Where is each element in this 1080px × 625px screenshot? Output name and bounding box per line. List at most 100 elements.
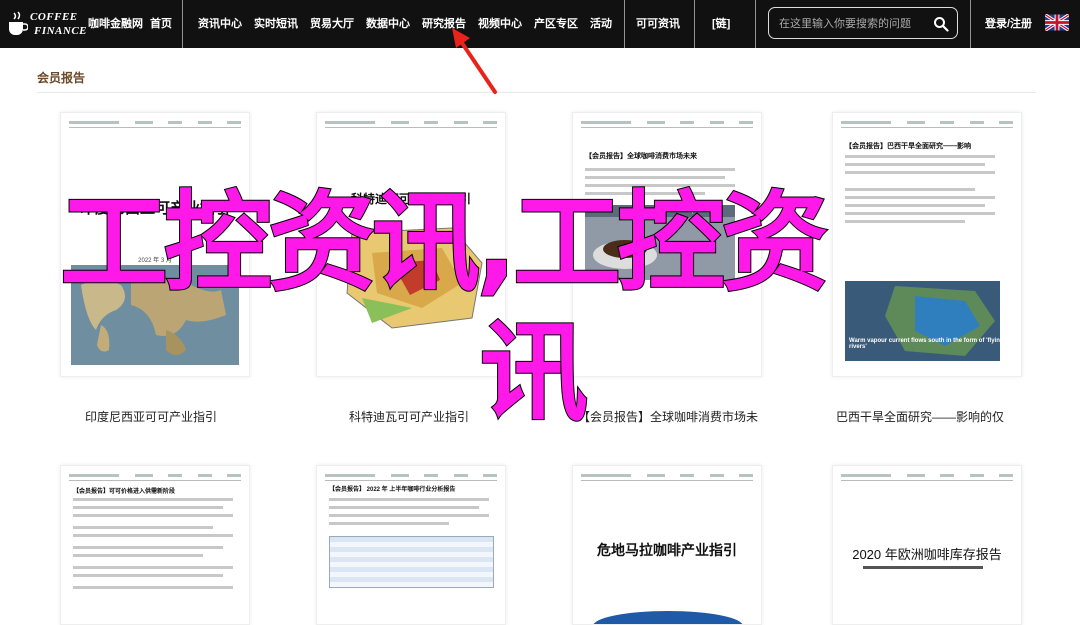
text-line	[845, 171, 995, 174]
nav-divider	[624, 0, 625, 48]
doc-header	[581, 121, 753, 125]
nav-item-coffee-finance[interactable]: 咖啡金融网	[88, 0, 143, 48]
nav-divider	[182, 0, 183, 48]
nav-divider	[755, 0, 756, 48]
coffee-finance-logo[interactable]: COFFEE FINANCE	[8, 6, 87, 42]
text-line	[73, 586, 233, 589]
text-line	[585, 184, 735, 187]
doc-title: 科特迪瓦可可产业指引	[350, 192, 471, 206]
world-map-image	[71, 265, 239, 365]
doc-rule	[69, 127, 241, 128]
report-card[interactable]: 【会员报告】可可价格进入供需新阶段	[60, 465, 250, 625]
report-caption[interactable]: 印度尼西亚可可产业指引	[85, 408, 217, 425]
text-line	[73, 534, 233, 537]
doc-image-caption: Warm vapour current flows south in the f…	[849, 338, 1004, 350]
text-line	[845, 196, 995, 199]
coffee-cup-icon	[9, 11, 28, 35]
doc-rule	[69, 480, 241, 481]
search-icon[interactable]	[933, 16, 949, 32]
nav-item-news-center[interactable]: 资讯中心	[198, 0, 242, 48]
doc-header	[69, 121, 241, 125]
nav-item-chain[interactable]: [链]	[712, 0, 730, 48]
doc-header	[841, 474, 1013, 478]
login-register-link[interactable]: 登录/注册	[985, 0, 1032, 48]
text-line	[863, 566, 983, 569]
nav-item-cocoa-news[interactable]: 可可资讯	[636, 0, 680, 48]
top-navigation-bar: COFFEE FINANCE 咖啡金融网 首页 资讯中心 实时短讯 贸易大厅 数…	[0, 0, 1080, 48]
doc-title: 【会员报告】全球咖啡消费市场未来	[585, 153, 697, 160]
nav-divider	[694, 0, 695, 48]
doc-header	[581, 474, 753, 478]
text-line	[329, 498, 489, 501]
country-map-image	[332, 223, 492, 333]
doc-rule	[325, 480, 497, 481]
report-caption[interactable]: 科特迪瓦可可产业指引	[349, 408, 469, 425]
doc-header	[325, 474, 497, 478]
doc-subtitle: 2022 年 3 月	[138, 258, 172, 264]
nav-item-flash-news[interactable]: 实时短讯	[254, 0, 298, 48]
doc-rule	[581, 480, 753, 481]
doc-title: 危地马拉咖啡产业指引	[597, 542, 737, 558]
text-line	[73, 566, 233, 569]
text-line	[73, 526, 213, 529]
text-line	[73, 506, 223, 509]
doc-title: 【会员报告】巴西干旱全面研究——影响	[845, 143, 971, 150]
section-divider	[37, 92, 1036, 93]
logo-text-line2: FINANCE	[34, 25, 88, 37]
doc-title: 【会员报告】 2022 年 上半年咖啡行业分析报告	[329, 487, 456, 493]
report-card[interactable]: 【会员报告】 2022 年 上半年咖啡行业分析报告	[316, 465, 506, 625]
doc-title: 印度尼西亚可产业指引	[79, 200, 230, 217]
doc-title: 2020 年欧洲咖啡库存报告	[852, 547, 1002, 562]
logo-text-line1: COFFEE	[30, 11, 78, 23]
nav-item-home[interactable]: 首页	[150, 0, 172, 48]
nav-item-events[interactable]: 活动	[590, 0, 612, 48]
doc-rule	[841, 127, 1013, 128]
text-line	[73, 514, 233, 517]
data-table-image	[329, 536, 494, 588]
doc-rule	[841, 480, 1013, 481]
report-card[interactable]: 危地马拉咖啡产业指引	[572, 465, 762, 625]
text-line	[845, 220, 965, 223]
doc-header	[69, 474, 241, 478]
doc-rule	[581, 127, 753, 128]
nav-item-origin-zone[interactable]: 产区专区	[534, 0, 578, 48]
text-line	[329, 514, 489, 517]
text-line	[845, 188, 975, 191]
search-input[interactable]	[779, 15, 929, 33]
search-box	[768, 7, 958, 39]
text-line	[845, 204, 985, 207]
nav-item-video-center[interactable]: 视频中心	[478, 0, 522, 48]
text-line	[585, 192, 705, 195]
doc-image-caption: World Coffee Consumption	[633, 208, 705, 214]
text-line	[585, 168, 735, 171]
nav-divider	[970, 0, 971, 48]
text-line	[845, 212, 995, 215]
text-line	[845, 155, 995, 158]
text-line	[73, 574, 223, 577]
text-line	[73, 498, 233, 501]
report-card[interactable]: 印度尼西亚可产业指引 2022 年 3 月	[60, 112, 250, 377]
doc-title: 【会员报告】可可价格进入供需新阶段	[73, 489, 176, 495]
doc-rule	[325, 127, 497, 128]
nav-item-trade-hall[interactable]: 贸易大厅	[310, 0, 354, 48]
text-line	[585, 176, 725, 179]
report-card[interactable]: 【会员报告】巴西干旱全面研究——影响 Warm vapour current f…	[832, 112, 1022, 377]
text-line	[73, 546, 223, 549]
nav-item-data-center[interactable]: 数据中心	[366, 0, 410, 48]
coffee-cup-image	[585, 205, 735, 280]
section-title: 会员报告	[37, 71, 86, 85]
report-caption[interactable]: 【会员报告】全球咖啡消费市场未	[578, 408, 758, 425]
doc-header	[325, 121, 497, 125]
text-line	[845, 163, 985, 166]
uk-flag-icon[interactable]	[1045, 14, 1069, 31]
report-card[interactable]: 2020 年欧洲咖啡库存报告	[832, 465, 1022, 625]
nav-item-research-reports[interactable]: 研究报告	[422, 0, 466, 48]
report-card[interactable]: 【会员报告】全球咖啡消费市场未来 World Coffee Consumptio…	[572, 112, 762, 377]
cover-image	[593, 611, 743, 624]
text-line	[73, 554, 203, 557]
report-card[interactable]: 科特迪瓦可可产业指引	[316, 112, 506, 377]
doc-header	[841, 121, 1013, 125]
text-line	[329, 522, 449, 525]
text-line	[329, 506, 479, 509]
report-caption[interactable]: 巴西干旱全面研究——影响的仅	[836, 408, 1004, 425]
